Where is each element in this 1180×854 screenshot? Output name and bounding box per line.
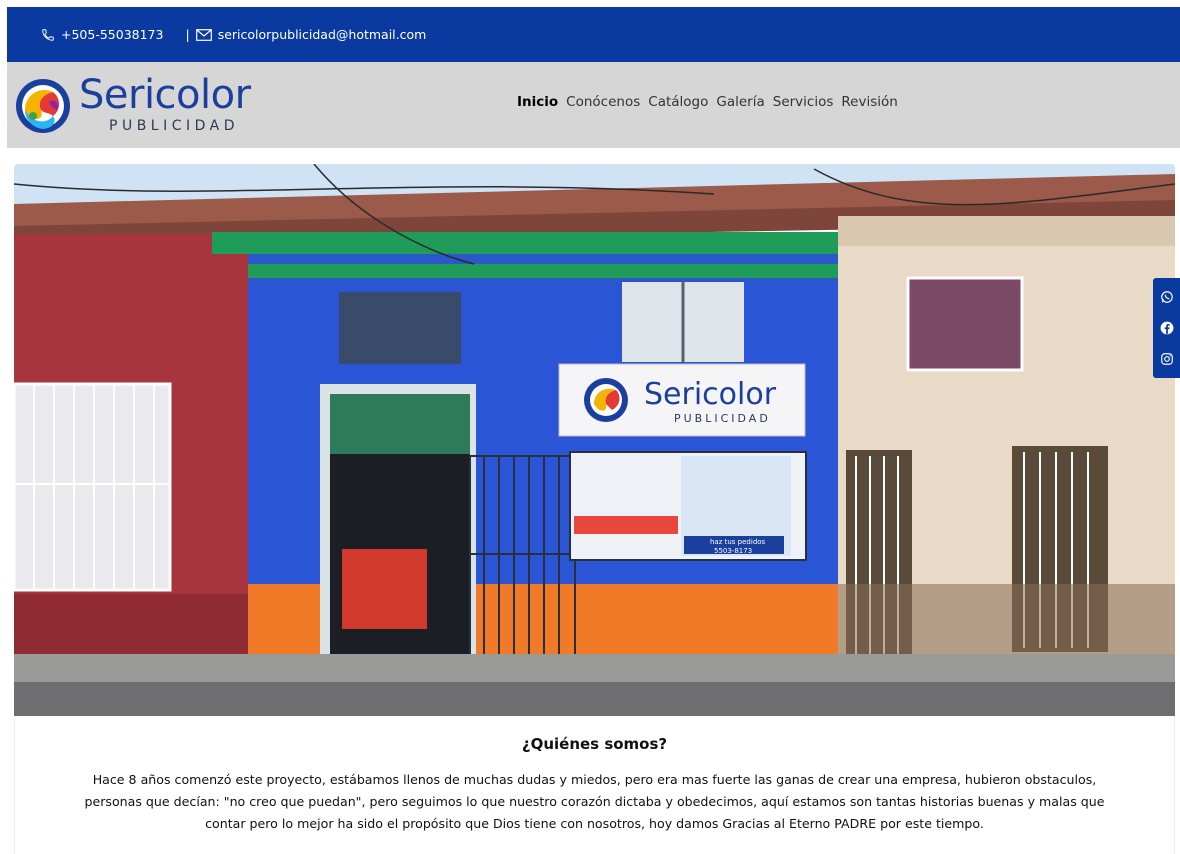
phone-number[interactable]: +505-55038173 [61,27,163,42]
separator: | [185,27,190,42]
email-address[interactable]: sericolorpublicidad@hotmail.com [218,27,427,42]
nav-item-revision[interactable]: Revisión [841,94,897,110]
nav-item-galeria[interactable]: Galería [716,94,764,110]
phone-icon [41,28,55,42]
about-line-3: contar pero lo mejor ha sido el propósit… [205,816,984,831]
main-menu: Inicio Conócenos Catálogo Galería Servic… [517,94,898,110]
logo-mark-icon [16,79,70,133]
about-line-1: Hace 8 años comenzó este proyecto, estáb… [92,772,1097,787]
phone-contact[interactable]: +505-55038173 [41,27,163,42]
envelope-icon [195,28,212,41]
about-section: ¿Quiénes somos? Hace 8 años comenzó este… [14,716,1175,854]
nav-item-conocenos[interactable]: Conócenos [566,94,640,110]
nav-item-catalogo[interactable]: Catálogo [648,94,708,110]
poster-phone: 5503-8173 [714,547,752,555]
social-sidebar [1153,278,1180,378]
about-text: Hace 8 años comenzó este proyecto, estáb… [35,769,1155,835]
main-navbar: Sericolor PUBLICIDAD Inicio Conócenos Ca… [7,62,1180,148]
brand-tagline: PUBLICIDAD [109,118,240,134]
about-line-2: personas que decían: "no creo que puedan… [84,794,1105,809]
email-contact[interactable]: sericolorpublicidad@hotmail.com [195,27,427,42]
sign-brand-name: Sericolor [644,377,777,412]
brand-name: Sericolor [79,72,251,118]
poster-order-text: haz tus pedidos [710,538,766,546]
whatsapp-icon[interactable] [1157,285,1177,309]
nav-item-inicio[interactable]: Inicio [517,94,558,110]
storefront-photo: Sericolor PUBLICIDAD haz tus pedidos 550… [14,164,1175,716]
about-title: ¿Quiénes somos? [521,735,668,753]
facebook-icon[interactable] [1157,316,1177,340]
sign-brand-tagline: PUBLICIDAD [674,412,771,425]
top-contact-bar: +505-55038173 | sericolorpublicidad@hotm… [7,7,1180,62]
nav-item-servicios[interactable]: Servicios [773,94,834,110]
brand-logo[interactable]: Sericolor PUBLICIDAD [13,72,253,138]
instagram-icon[interactable] [1157,347,1177,371]
